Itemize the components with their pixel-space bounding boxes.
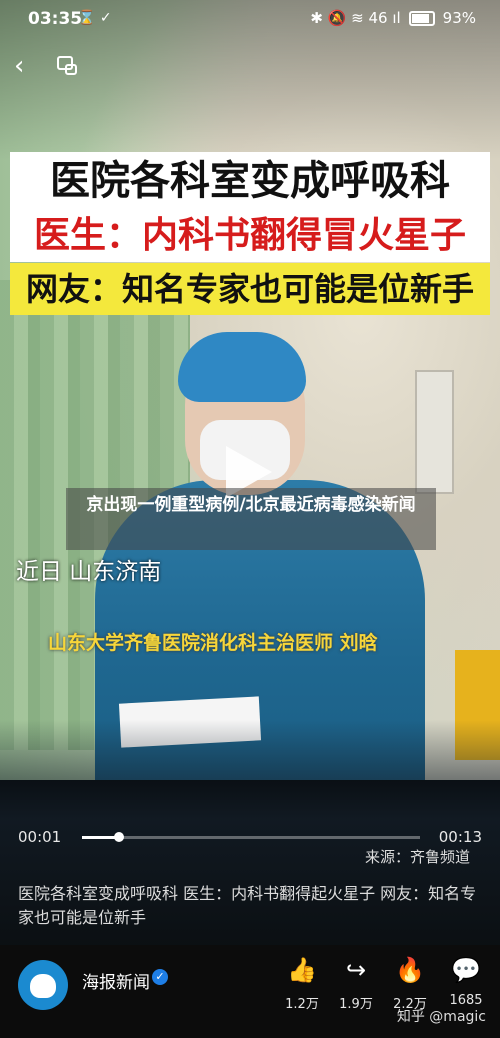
thumbs-up-icon: 👍: [287, 956, 317, 984]
watermark: 知乎 @magic: [396, 1009, 486, 1025]
caption-line-1: 医院各科室变成呼吸科: [10, 152, 490, 210]
current-time: 00:01: [18, 828, 62, 846]
caption-line-2-rest: 内科书翻得冒火星子: [142, 215, 467, 256]
back-icon[interactable]: ‹: [14, 52, 38, 80]
share-button[interactable]: ↪ 1.9万: [330, 955, 382, 1012]
status-time: 03:35: [28, 9, 83, 29]
share-count: 1.9万: [339, 997, 373, 1012]
mini-window-icon[interactable]: [56, 54, 78, 76]
status-bar: 03:35 ⌛ ✓ ✱ 🔕 ≋ 46 ıl 93%: [0, 0, 500, 38]
video-page: 03:35 ⌛ ✓ ✱ 🔕 ≋ 46 ıl 93% ‹ 医院各科室变成呼吸科 医…: [0, 0, 500, 1038]
battery-icon: [408, 10, 435, 26]
video-description[interactable]: 医院各科室变成呼吸科 医生：内科书翻得起火星子 网友：知名专家也可能是位新手: [18, 882, 484, 930]
caption-line-3: 网友：知名专家也可能是位新手: [10, 263, 490, 315]
status-left-icons: ⌛ ✓: [78, 10, 112, 26]
source-label: 来源：齐鲁频道: [364, 848, 470, 866]
overlay-title: 京出现一例重型病例/北京最近病毒感染新闻: [66, 488, 436, 550]
caption-line-2: 医生：内科书翻得冒火星子: [10, 210, 490, 262]
comment-button[interactable]: 💬 1685: [440, 955, 492, 1008]
status-icons: ✱ 🔕 ≋ 46 ıl: [310, 9, 401, 27]
doctor-caption: 山东大学齐鲁医院消化科主治医师 刘晗: [48, 632, 378, 654]
avatar[interactable]: [18, 960, 68, 1010]
comment-icon: 💬: [451, 956, 481, 984]
like-button[interactable]: 👍 1.2万: [276, 955, 328, 1012]
like-count: 1.2万: [285, 997, 319, 1012]
flame-icon: 🔥: [395, 956, 425, 984]
progress-slider[interactable]: [82, 832, 420, 842]
battery-percent: 93%: [442, 9, 476, 27]
location-caption: 近日 山东济南: [16, 559, 162, 585]
heat-button[interactable]: 🔥 2.2万: [384, 955, 436, 1012]
surgical-cap: [178, 332, 306, 402]
share-icon: ↪: [345, 956, 367, 984]
author-name[interactable]: 海报新闻: [82, 968, 150, 993]
wall-shelf: [415, 370, 454, 494]
status-right: ✱ 🔕 ≋ 46 ıl 93%: [310, 9, 476, 27]
avatar-bird-icon: [30, 974, 56, 998]
caption-line-2-prefix: 医生：: [33, 215, 142, 256]
duration: 00:13: [438, 828, 482, 846]
verified-icon: ✓: [152, 969, 168, 985]
